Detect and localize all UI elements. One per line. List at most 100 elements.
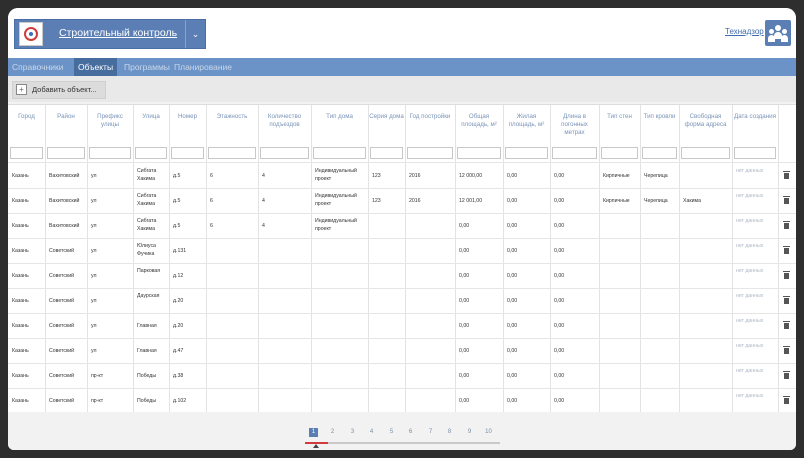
cell-created: нет данных: [736, 393, 764, 399]
table-row[interactable]: Казань Советский пр-кт Победы д.38 0,00 0,00 0,…: [8, 363, 796, 388]
filter-input-free-address[interactable]: [681, 147, 730, 159]
table-row[interactable]: Казань Советский пр-кт Победы д.102 0,00 0,00 0…: [8, 388, 796, 413]
column-header-total-area[interactable]: Общая площадь, м²: [456, 105, 502, 145]
filter-input-number[interactable]: [171, 147, 204, 159]
table-row[interactable]: Казань Вахитовский ул Сибгата Хакима д.5 6 4 Ин…: [8, 188, 796, 213]
filter-input-street[interactable]: [135, 147, 167, 159]
page-1[interactable]: 1: [309, 428, 318, 437]
column-header-entrances[interactable]: Количество подъездов: [259, 105, 310, 145]
app-title[interactable]: Строительный контроль: [59, 27, 177, 39]
cell-created: нет данных: [736, 168, 764, 174]
user-name-link[interactable]: Технадзор: [725, 27, 764, 36]
tab-1[interactable]: Справочники: [8, 58, 68, 76]
page-scroll-track[interactable]: [305, 442, 500, 444]
cell-created: нет данных: [736, 193, 764, 199]
cell-created: нет данных: [736, 243, 764, 249]
trash-icon[interactable]: [783, 396, 790, 404]
add-object-button[interactable]: + Добавить объект...: [12, 81, 106, 99]
device-frame: Строительный контроль ⌄ Технадзор Справо…: [0, 0, 804, 458]
app-switcher[interactable]: Строительный контроль ⌄: [14, 19, 206, 49]
cell-created: нет данных: [736, 293, 764, 299]
page-9[interactable]: 9: [465, 428, 474, 437]
filter-input-series[interactable]: [370, 147, 403, 159]
column-header-wall-type[interactable]: Тип стен: [600, 105, 639, 145]
column-header-free-address[interactable]: Свободная форма адреса: [680, 105, 731, 145]
trash-icon[interactable]: [783, 221, 790, 229]
filter-input-district[interactable]: [47, 147, 85, 159]
column-header-house-type[interactable]: Тип дома: [312, 105, 367, 145]
cell-street: Сибгата Хакима: [137, 193, 157, 207]
tab-2[interactable]: Объекты: [74, 58, 118, 76]
cell-street: Юлиуса Фучика: [137, 243, 156, 257]
page-8[interactable]: 8: [445, 428, 454, 437]
filter-input-roof-type[interactable]: [642, 147, 677, 159]
filter-input-length[interactable]: [552, 147, 597, 159]
app-logo: [19, 22, 43, 46]
cell-street: Сибгата Хакима: [137, 168, 157, 182]
trash-icon[interactable]: [783, 346, 790, 354]
filter-input-entrances[interactable]: [260, 147, 309, 159]
cell-street: Даурская: [137, 293, 160, 299]
column-header-district[interactable]: Район: [46, 105, 86, 145]
column-header-number[interactable]: Номер: [170, 105, 205, 145]
trash-icon[interactable]: [783, 271, 790, 279]
column-header-series[interactable]: Серия дома: [369, 105, 404, 145]
column-header-street-prefix[interactable]: Префикс улицы: [88, 105, 132, 145]
column-header-living-area[interactable]: Жилая площадь, м²: [504, 105, 549, 145]
cell-house-type: Индивидуальный проект: [315, 193, 357, 207]
cell-created: нет данных: [736, 343, 764, 349]
table-row[interactable]: Казань Советский ул Юлиуса Фучика д.131 0,00 0…: [8, 238, 796, 263]
cell-street: Сибгата Хакима: [137, 218, 157, 232]
cell-street: Парковая: [137, 268, 161, 274]
chevron-down-icon[interactable]: ⌄: [185, 20, 205, 48]
column-header-created[interactable]: Дата создания: [733, 105, 777, 145]
cell-created: нет данных: [736, 318, 764, 324]
column-header-roof-type[interactable]: Тип кровли: [641, 105, 678, 145]
filter-input-wall-type[interactable]: [601, 147, 638, 159]
trash-icon[interactable]: [783, 321, 790, 329]
filter-input-city[interactable]: [10, 147, 43, 159]
filter-input-total-area[interactable]: [457, 147, 501, 159]
page-4[interactable]: 4: [367, 428, 376, 437]
table-row[interactable]: Казань Вахитовский ул Сибгата Хакима д.5 6 4 Ин…: [8, 213, 796, 238]
column-header-year[interactable]: Год постройки: [406, 105, 454, 145]
filter-input-created[interactable]: [734, 147, 776, 159]
column-header-floors[interactable]: Этажность: [207, 105, 257, 145]
filter-input-year[interactable]: [407, 147, 453, 159]
cell-created: нет данных: [736, 368, 764, 374]
objects-table: Город Район Префикс улицы Улица Номер Этажнос…: [8, 104, 796, 414]
trash-icon[interactable]: [783, 171, 790, 179]
filter-input-house-type[interactable]: [313, 147, 366, 159]
toolbar: + Добавить объект...: [8, 76, 796, 102]
column-header-street[interactable]: Улица: [134, 105, 168, 145]
page-3[interactable]: 3: [348, 428, 357, 437]
filter-input-living-area[interactable]: [505, 147, 548, 159]
page-2[interactable]: 2: [328, 428, 337, 437]
users-icon[interactable]: [765, 20, 791, 46]
tab-4[interactable]: Планирование: [170, 58, 236, 76]
trash-icon[interactable]: [783, 371, 790, 379]
table-row[interactable]: Казань Советский ул Главная д.47 0,00 0,00 0,00…: [8, 338, 796, 363]
page-7[interactable]: 7: [426, 428, 435, 437]
cell-created: нет данных: [736, 268, 764, 274]
table-row[interactable]: Казань Советский ул Даурская д.20 0,00 0,00 0,0…: [8, 288, 796, 313]
table-row[interactable]: Казань Вахитовский ул Сибгата Хакима д.5 6 4 Ин…: [8, 163, 796, 188]
page-5[interactable]: 5: [387, 428, 396, 437]
filter-input-floors[interactable]: [208, 147, 256, 159]
main-nav: Справочники Объекты Программы Планирование: [8, 58, 796, 76]
trash-icon[interactable]: [783, 246, 790, 254]
trash-icon[interactable]: [783, 196, 790, 204]
filter-input-street-prefix[interactable]: [89, 147, 131, 159]
app-header: Строительный контроль ⌄ Технадзор: [8, 8, 796, 58]
column-header-length[interactable]: Длина в погонных метрах: [551, 105, 598, 145]
column-header-city[interactable]: Город: [9, 105, 44, 145]
table-row[interactable]: Казань Советский ул Главная д.20 0,00 0,00 0,00…: [8, 313, 796, 338]
trash-icon[interactable]: [783, 296, 790, 304]
cell-house-type: Индивидуальный проект: [315, 218, 357, 232]
table-row[interactable]: Казань Советский ул Парковая д.12 0,00 0,00 0,0…: [8, 263, 796, 288]
pagination: 1 2 3 4 5 6 7 8 9 10: [8, 412, 796, 450]
page-10[interactable]: 10: [484, 428, 493, 437]
tab-3[interactable]: Программы: [120, 58, 174, 76]
caret-up-icon: [313, 444, 319, 448]
page-6[interactable]: 6: [406, 428, 415, 437]
